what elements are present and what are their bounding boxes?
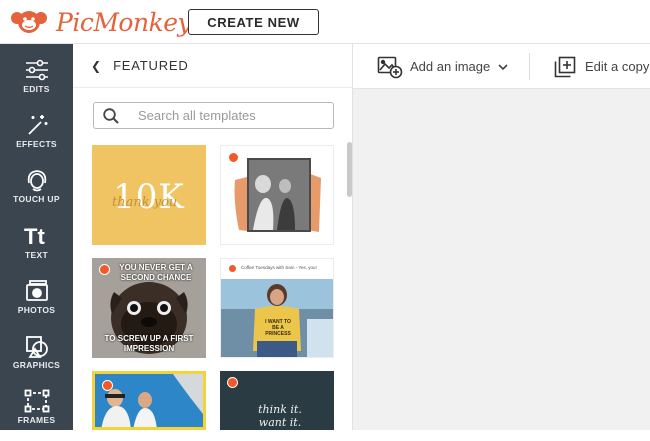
template-thumbnail-collage[interactable] [220, 145, 334, 245]
nav-label-effects: EFFECTS [16, 139, 57, 149]
premium-dot [227, 377, 238, 388]
search-input[interactable] [138, 108, 318, 123]
template-thumbnail-beach[interactable] [92, 371, 206, 430]
nav-item-text[interactable]: Tt TEXT [0, 224, 73, 276]
nav-item-photos[interactable]: PHOTOS [0, 279, 73, 331]
svg-text:Tt: Tt [24, 224, 45, 248]
panel-title: FEATURED [113, 58, 189, 73]
picmonkey-logo[interactable]: PicMonkey [8, 5, 192, 39]
nav-item-graphics[interactable]: GRAPHICS [0, 334, 73, 386]
template-collage-artwork [234, 158, 321, 232]
panel-header: ❮ FEATURED [73, 44, 353, 88]
tshirt-slogan: I WANT TO BE A PRINCESS [265, 319, 291, 337]
add-image-icon [377, 56, 403, 78]
left-nav: EDITS EFFECTS TOUCH UP Tt TEXT PHOTOS GR… [0, 44, 73, 430]
search-icon [103, 107, 119, 124]
back-chevron-icon[interactable]: ❮ [91, 59, 101, 73]
create-new-button[interactable]: CREATE NEW [188, 9, 319, 35]
shapes-icon [25, 336, 48, 358]
duplicate-icon [554, 56, 576, 77]
frame-icon [24, 389, 49, 413]
monkey-logo-icon [11, 11, 47, 33]
nav-label-text: TEXT [25, 250, 48, 260]
add-image-label: Add an image [410, 59, 491, 74]
template-thumbnail-pug-meme[interactable]: YOU NEVER GET A SECOND CHANCE TO SCREW U… [92, 258, 206, 358]
add-image-button[interactable]: Add an image [377, 44, 508, 89]
sliders-icon [25, 59, 48, 81]
edit-copy-label: Edit a copy [585, 59, 650, 74]
text-icon: Tt [24, 224, 45, 248]
nav-label-graphics: GRAPHICS [12, 360, 61, 370]
nav-label-edits: EDITS [23, 84, 50, 94]
template-search[interactable] [93, 102, 334, 129]
premium-dot [228, 264, 237, 273]
canvas-workspace[interactable]: Add an image Edit a copy [353, 44, 650, 430]
face-icon [27, 170, 46, 192]
magic-wand-icon [27, 115, 47, 135]
photo-icon [25, 280, 48, 301]
premium-dot [102, 380, 113, 391]
chevron-down-icon [498, 63, 508, 70]
nav-label-photos: PHOTOS [17, 305, 56, 315]
panel-scrollbar[interactable] [347, 142, 352, 197]
workspace-toolbar: Add an image Edit a copy [353, 44, 650, 89]
template-thumbnail-tshirt[interactable]: Coffee Tuesdays with Sam - Yes, you! I W… [220, 258, 334, 358]
nav-item-touch-up[interactable]: TOUCH UP [0, 168, 73, 220]
top-bar: PicMonkey CREATE NEW [0, 0, 650, 44]
quote-text: think it. want it. [258, 403, 302, 429]
premium-dot [99, 264, 110, 275]
tshirt-caption: Coffee Tuesdays with Sam - Yes, you! [241, 265, 317, 270]
nav-item-frames[interactable]: FRAMES [0, 389, 73, 441]
templates-panel: ❮ FEATURED 10K thank you [73, 44, 353, 430]
template-thumbnail-10k[interactable]: 10K thank you [92, 145, 206, 245]
nav-label-touch-up: TOUCH UP [13, 194, 60, 204]
template-thumbnail-quote[interactable]: think it. want it. [220, 371, 334, 430]
pug-meme-bottom-text: TO SCREW UP A FIRST IMPRESSION [104, 334, 194, 353]
toolbar-divider [529, 53, 530, 80]
edit-copy-button[interactable]: Edit a copy [554, 44, 649, 89]
nav-item-effects[interactable]: EFFECTS [0, 113, 73, 165]
nav-label-frames: FRAMES [17, 415, 56, 425]
brand-name: PicMonkey [56, 7, 192, 37]
nav-item-edits[interactable]: EDITS [0, 58, 73, 110]
template-10k-script: thank you [112, 195, 178, 210]
pug-meme-top-text: YOU NEVER GET A SECOND CHANCE [119, 263, 193, 282]
